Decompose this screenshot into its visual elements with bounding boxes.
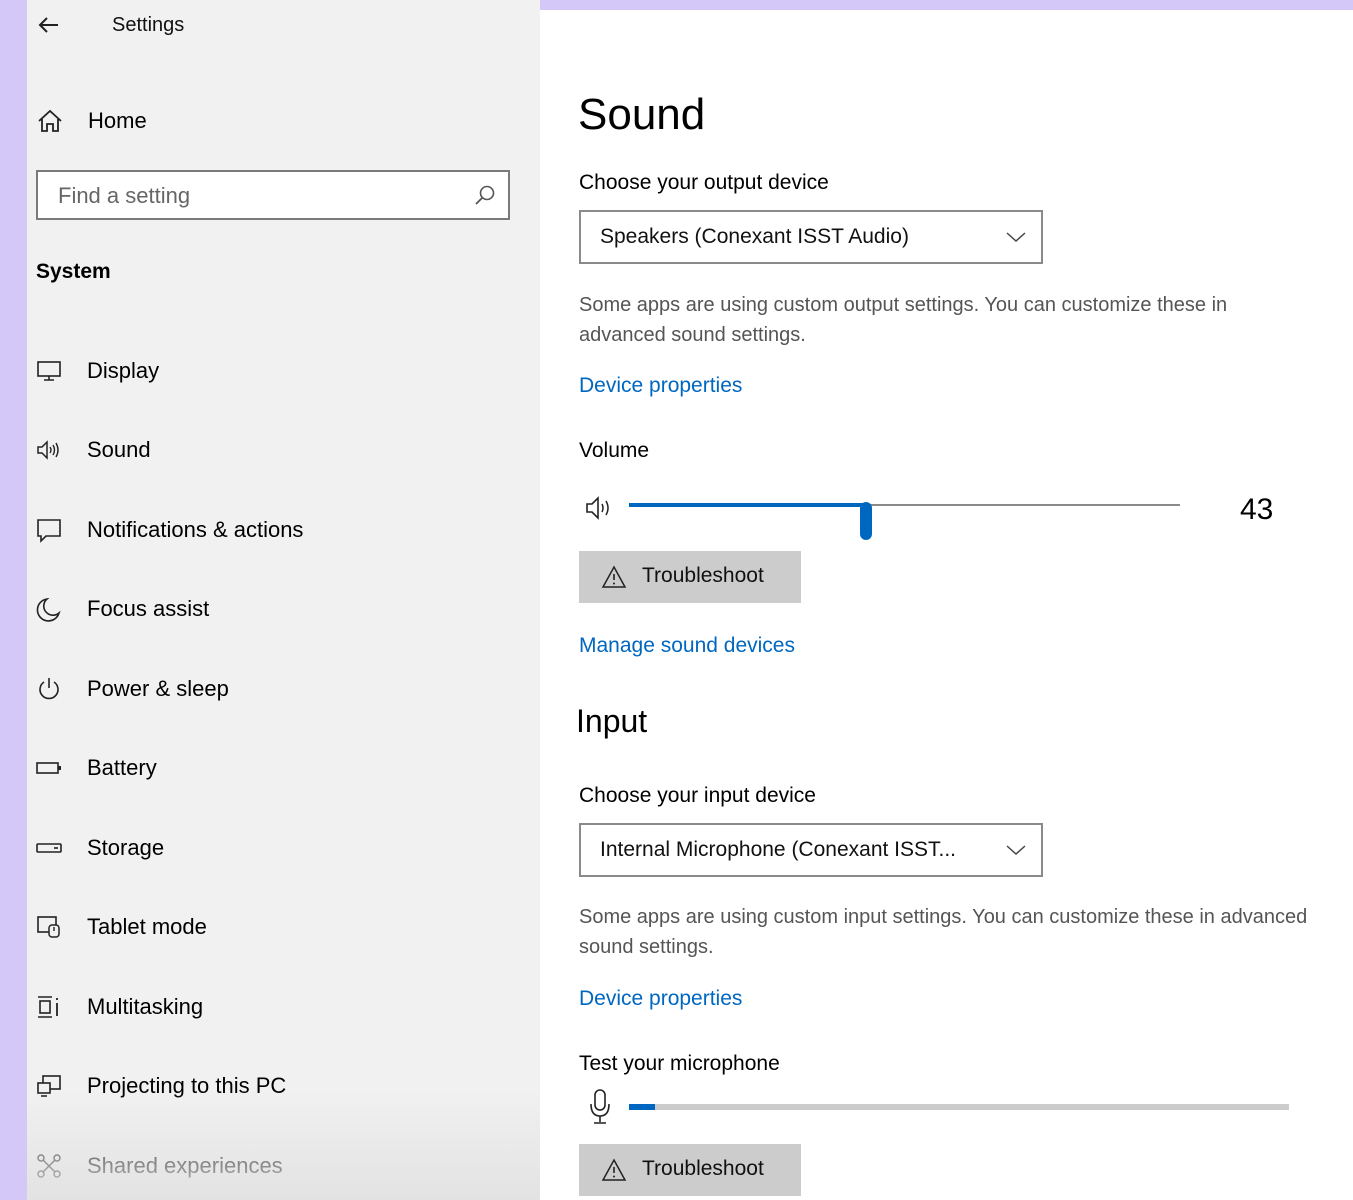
microphone-level-fill [629, 1104, 655, 1110]
battery-icon [36, 762, 61, 774]
sidebar-item-label: Display [87, 358, 160, 383]
input-device-label: Choose your input device [579, 784, 816, 807]
output-device-select[interactable]: Speakers (Conexant ISST Audio) [579, 210, 1043, 264]
test-microphone-label: Test your microphone [579, 1052, 780, 1075]
home-icon [38, 109, 62, 132]
warning-icon [601, 565, 627, 588]
page-title: Sound [578, 90, 706, 139]
projecting-icon [37, 1075, 61, 1097]
troubleshoot-input-button[interactable]: Troubleshoot [579, 1144, 801, 1196]
input-device-select[interactable]: Internal Microphone (Conexant ISST... [579, 823, 1043, 877]
microphone-icon [590, 1089, 610, 1124]
volume-fill [629, 503, 866, 507]
troubleshoot-label: Troubleshoot [642, 564, 764, 587]
volume-track[interactable] [629, 502, 1180, 540]
sidebar-item-battery[interactable]: Battery [27, 738, 540, 798]
sidebar-item-multitasking[interactable]: Multitasking [27, 977, 540, 1037]
power-icon [39, 678, 59, 700]
microphone-level-track [629, 1104, 1289, 1110]
sidebar-item-tablet-mode[interactable]: Tablet mode [27, 897, 540, 957]
input-description: Some apps are using custom input setting… [579, 906, 1308, 958]
sidebar-home-label: Home [88, 108, 147, 133]
volume-thumb[interactable] [860, 502, 872, 540]
sidebar-item-projecting[interactable]: Projecting to this PC [27, 1056, 540, 1116]
monitor-icon [37, 361, 61, 381]
tablet-mode-icon [37, 916, 60, 938]
speaker-icon[interactable] [585, 494, 615, 522]
sidebar-item-label: Multitasking [87, 994, 204, 1019]
multitasking-icon [38, 996, 58, 1018]
input-section-title: Input [576, 703, 648, 739]
sidebar-item-label: Power & sleep [87, 676, 229, 701]
sidebar-item-focus-assist[interactable]: Focus assist [27, 579, 540, 639]
sidebar-item-label: Tablet mode [87, 914, 207, 939]
sidebar-item-display[interactable]: Display [27, 341, 540, 401]
sidebar-item-label: Battery [87, 755, 157, 780]
microphone-level-meter [585, 1088, 1295, 1128]
sidebar-item-label: Projecting to this PC [87, 1073, 287, 1098]
volume-label: Volume [579, 439, 650, 462]
input-device-value: Internal Microphone (Conexant ISST... [600, 838, 957, 861]
search-icon[interactable] [474, 184, 496, 206]
troubleshoot-label: Troubleshoot [642, 1157, 764, 1180]
volume-slider[interactable] [585, 488, 1285, 540]
manage-sound-devices-link[interactable]: Manage sound devices [579, 634, 795, 658]
sidebar-item-notifications[interactable]: Notifications & actions [27, 500, 540, 560]
search-input[interactable] [56, 180, 460, 212]
section-label-system: System [36, 260, 111, 283]
sidebar-item-label: Notifications & actions [87, 517, 304, 542]
back-arrow-icon[interactable] [36, 8, 62, 42]
volume-value: 43 [1240, 493, 1274, 526]
sidebar-item-label: Storage [87, 835, 165, 860]
sidebar-home[interactable]: Home [36, 104, 147, 138]
sidebar-item-label: Sound [87, 437, 151, 462]
sidebar-item-power-sleep[interactable]: Power & sleep [27, 659, 540, 719]
sidebar-item-label: Focus assist [87, 596, 210, 621]
storage-icon [36, 843, 62, 853]
sidebar-item-storage[interactable]: Storage [27, 818, 540, 878]
output-device-label: Choose your output device [579, 171, 829, 194]
sidebar-item-label: Shared experiences [87, 1153, 283, 1178]
shared-experiences-icon [37, 1154, 61, 1178]
chevron-down-icon [1006, 845, 1026, 856]
warning-icon [601, 1158, 627, 1181]
sidebar-item-shared-experiences[interactable]: Shared experiences [27, 1136, 540, 1196]
moon-icon [36, 597, 61, 622]
output-device-properties-link[interactable]: Device properties [579, 374, 742, 398]
app-title: Settings [112, 14, 185, 36]
troubleshoot-output-button[interactable]: Troubleshoot [579, 551, 801, 603]
speaker-icon [37, 440, 59, 460]
output-description: Some apps are using custom output settin… [579, 294, 1228, 346]
notification-icon [37, 519, 61, 543]
sidebar-item-sound[interactable]: Sound [27, 420, 540, 480]
input-device-properties-link[interactable]: Device properties [579, 987, 742, 1011]
search-box[interactable] [36, 170, 510, 220]
output-device-value: Speakers (Conexant ISST Audio) [600, 225, 909, 248]
chevron-down-icon [1006, 232, 1026, 243]
